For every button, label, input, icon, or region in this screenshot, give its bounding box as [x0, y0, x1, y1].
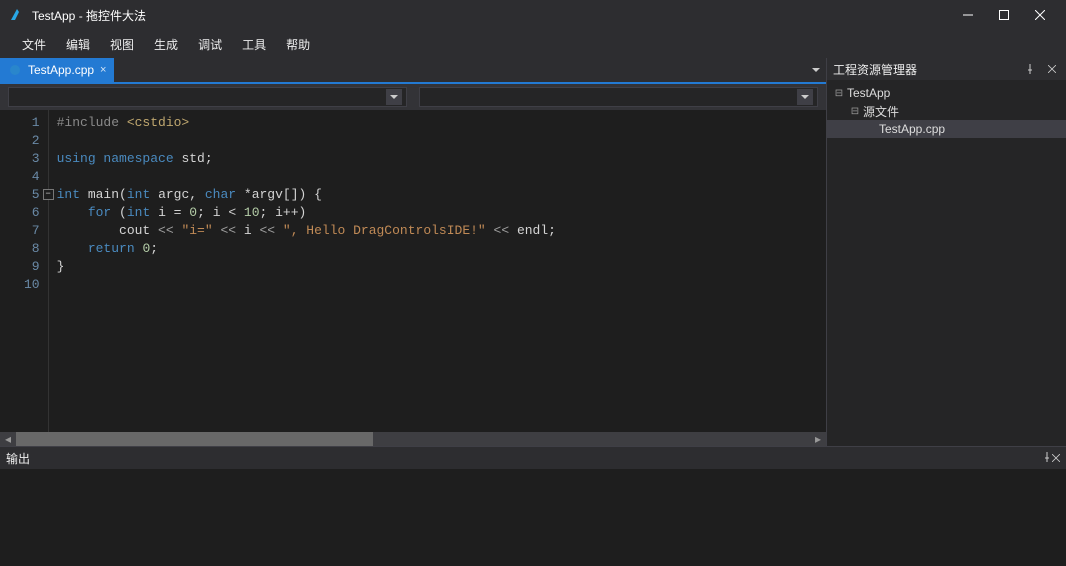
output-panel: 输出: [0, 446, 1066, 566]
output-title: 输出: [6, 450, 30, 467]
solution-explorer-panel: 工程资源管理器 ⊟TestApp⊟源文件TestApp.cpp: [826, 58, 1066, 446]
window-title: TestApp - 拖控件大法: [32, 7, 146, 24]
line-number: 5: [24, 186, 40, 204]
code-line[interactable]: return 0;: [57, 240, 556, 258]
nav-bar: [0, 84, 826, 110]
minimize-button[interactable]: [950, 0, 986, 30]
tree-item-label: TestApp: [847, 86, 890, 100]
tree-item[interactable]: ⊟源文件: [827, 102, 1066, 120]
output-tab-bar: 输出: [0, 447, 1066, 469]
panel-title: 工程资源管理器: [833, 61, 917, 78]
tree-item-label: TestApp.cpp: [879, 122, 945, 136]
menu-bar: 文件 编辑 视图 生成 调试 工具 帮助: [0, 30, 1066, 58]
panel-header: 工程资源管理器: [827, 58, 1066, 80]
app-logo-icon: [8, 7, 24, 23]
title-bar: TestApp - 拖控件大法: [0, 0, 1066, 30]
code-line[interactable]: [57, 132, 556, 150]
code-lines[interactable]: #include <cstdio> using namespace std; int…: [49, 110, 564, 432]
code-line[interactable]: #include <cstdio>: [57, 114, 556, 132]
menu-build[interactable]: 生成: [144, 32, 188, 57]
menu-file[interactable]: 文件: [12, 32, 56, 57]
line-number: 2: [24, 132, 40, 150]
line-number: 3: [24, 150, 40, 168]
tab-close-icon[interactable]: ×: [100, 64, 106, 76]
pin-icon[interactable]: [1042, 451, 1052, 465]
member-dropdown[interactable]: [419, 87, 818, 107]
tree-item[interactable]: ⊟TestApp: [827, 84, 1066, 102]
menu-help[interactable]: 帮助: [276, 32, 320, 57]
horizontal-scrollbar[interactable]: ◂ ▸: [0, 432, 826, 446]
chevron-down-icon: [386, 89, 402, 105]
menu-view[interactable]: 视图: [100, 32, 144, 57]
panel-close-icon[interactable]: [1052, 451, 1060, 465]
fold-toggle-icon[interactable]: −: [43, 189, 54, 200]
tab-overflow-button[interactable]: [806, 58, 826, 82]
line-number: 4: [24, 168, 40, 186]
code-editor[interactable]: − 12345678910 #include <cstdio> using nam…: [0, 110, 826, 432]
menu-tools[interactable]: 工具: [232, 32, 276, 57]
code-line[interactable]: [57, 168, 556, 186]
pin-icon[interactable]: [1022, 61, 1038, 77]
scroll-left-icon[interactable]: ◂: [0, 432, 16, 446]
cpp-file-icon: [8, 63, 22, 77]
code-line[interactable]: }: [57, 258, 556, 276]
tab-testapp-cpp[interactable]: TestApp.cpp ×: [0, 58, 114, 82]
panel-close-icon[interactable]: [1044, 61, 1060, 77]
line-number-gutter: − 12345678910: [0, 110, 49, 432]
editor-area: TestApp.cpp × − 12345678910 #include <cs: [0, 58, 826, 446]
line-number: 8: [24, 240, 40, 258]
project-tree[interactable]: ⊟TestApp⊟源文件TestApp.cpp: [827, 80, 1066, 446]
tab-label: TestApp.cpp: [28, 63, 94, 77]
line-number: 1: [24, 114, 40, 132]
code-line[interactable]: int main(int argc, char *argv[]) {: [57, 186, 556, 204]
tree-item[interactable]: TestApp.cpp: [827, 120, 1066, 138]
code-line[interactable]: using namespace std;: [57, 150, 556, 168]
scroll-thumb[interactable]: [16, 432, 373, 446]
tree-item-label: 源文件: [863, 103, 899, 120]
line-number: 6: [24, 204, 40, 222]
output-body[interactable]: [0, 469, 1066, 566]
maximize-button[interactable]: [986, 0, 1022, 30]
line-number: 7: [24, 222, 40, 240]
code-line[interactable]: cout << "i=" << i << ", Hello DragContro…: [57, 222, 556, 240]
close-button[interactable]: [1022, 0, 1058, 30]
collapse-icon[interactable]: ⊟: [833, 88, 845, 99]
menu-edit[interactable]: 编辑: [56, 32, 100, 57]
code-line[interactable]: [57, 276, 556, 294]
chevron-down-icon: [797, 89, 813, 105]
editor-tab-strip: TestApp.cpp ×: [0, 58, 826, 84]
line-number: 9: [24, 258, 40, 276]
menu-debug[interactable]: 调试: [188, 32, 232, 57]
scope-dropdown[interactable]: [8, 87, 407, 107]
code-line[interactable]: for (int i = 0; i < 10; i++): [57, 204, 556, 222]
line-number: 10: [24, 276, 40, 294]
collapse-icon[interactable]: ⊟: [849, 106, 861, 117]
scroll-right-icon[interactable]: ▸: [810, 432, 826, 446]
